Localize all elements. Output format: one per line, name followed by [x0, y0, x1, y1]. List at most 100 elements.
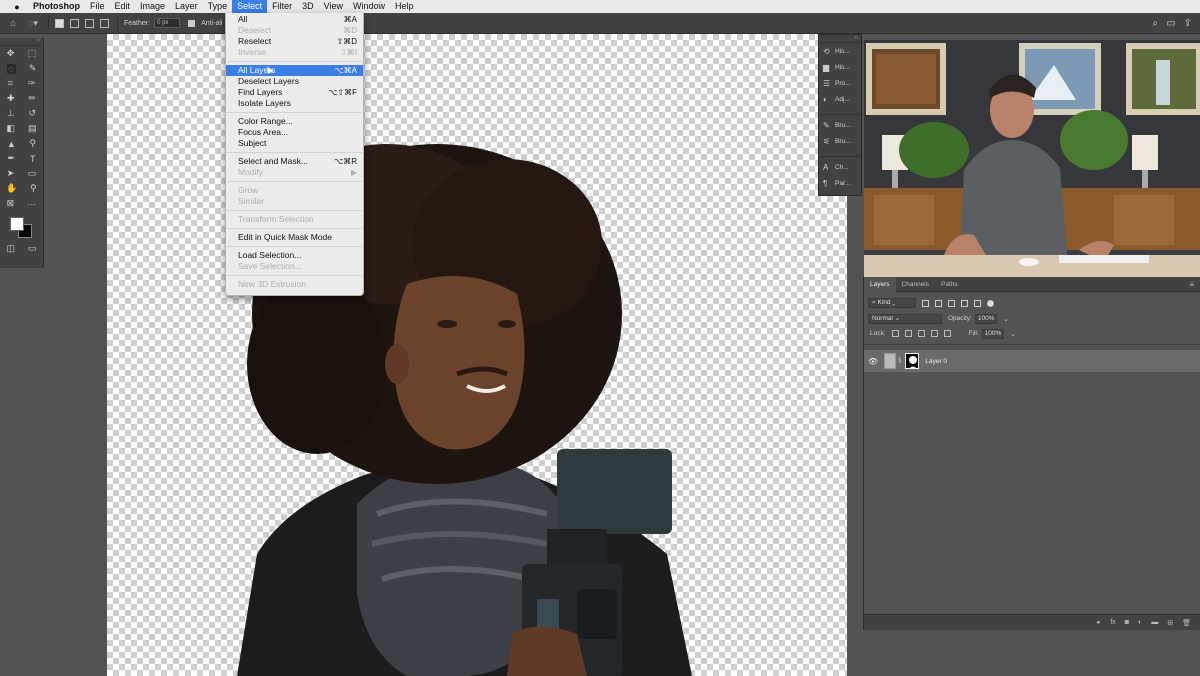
panel-histogram[interactable]: ▆ His...: [819, 59, 861, 75]
panel-paragraph[interactable]: ¶ Par...: [819, 175, 861, 191]
expand-panels-icon[interactable]: «: [819, 35, 861, 43]
filter-kind-select[interactable]: ⌕ Kind ⌄: [868, 298, 916, 308]
collapse-icon[interactable]: »: [0, 38, 43, 46]
eyedropper-tool-icon[interactable]: ✑: [28, 78, 36, 89]
dodge-tool-icon[interactable]: ⚲: [30, 138, 37, 149]
move-tool-icon[interactable]: ✥: [7, 48, 15, 59]
new-layer-icon[interactable]: ⊞: [1167, 619, 1173, 627]
menu-item-color-range[interactable]: Color Range...: [226, 116, 363, 127]
share-icon[interactable]: ⇪: [1184, 18, 1192, 29]
panel-history[interactable]: ⟲ His...: [819, 43, 861, 59]
subtract-selection-icon[interactable]: [85, 18, 94, 28]
menu-item-reselect[interactable]: Reselect ⇧⌘D: [226, 36, 363, 47]
lock-image-icon[interactable]: [904, 330, 912, 337]
blend-mode-select[interactable]: Normal ⌄: [868, 313, 942, 324]
more-tools-icon[interactable]: ···: [27, 199, 36, 209]
lasso-tool-preset-icon[interactable]: ◌▾: [26, 16, 40, 30]
foreground-color-swatch[interactable]: [10, 217, 24, 231]
edit-toolbar-icon[interactable]: ⊠: [7, 198, 15, 209]
menu-item-all[interactable]: All ⌘A: [226, 14, 363, 25]
menu-item-subject[interactable]: Subject: [226, 138, 363, 149]
crop-tool-icon[interactable]: ⌗: [8, 78, 13, 89]
menu-item-quick-mask[interactable]: Edit in Quick Mask Mode: [226, 232, 363, 243]
menu-item-focus-area[interactable]: Focus Area...: [226, 127, 363, 138]
opacity-input[interactable]: 100%: [974, 313, 998, 324]
layer-name[interactable]: Layer 0: [925, 358, 947, 365]
menu-image[interactable]: Image: [135, 0, 170, 13]
panel-properties[interactable]: ☰ Pro...: [819, 75, 861, 91]
trash-icon[interactable]: 🗑: [1182, 619, 1191, 627]
lock-artboard-icon[interactable]: [930, 330, 938, 337]
menu-3d[interactable]: 3D: [297, 0, 319, 13]
menu-view[interactable]: View: [319, 0, 348, 13]
panel-character[interactable]: A Ch...: [819, 159, 861, 175]
opacity-dropdown-icon[interactable]: ⌄: [1003, 315, 1008, 323]
lock-position-icon[interactable]: [917, 330, 925, 337]
blur-tool-icon[interactable]: ▲: [7, 139, 16, 149]
panel-brushes[interactable]: ✎ Bru...: [819, 117, 861, 133]
healing-tool-icon[interactable]: ✚: [7, 93, 15, 104]
filter-shape-icon[interactable]: [961, 299, 968, 307]
antialias-checkbox[interactable]: [188, 19, 196, 27]
visibility-eye-icon[interactable]: 👁: [864, 357, 882, 366]
panel-brush-settings[interactable]: ⚟ Bru...: [819, 133, 861, 149]
layer-thumbnail[interactable]: [884, 353, 896, 369]
menu-type[interactable]: Type: [203, 0, 233, 13]
hand-tool-icon[interactable]: ✋: [6, 183, 17, 194]
mask-icon[interactable]: ◙: [1125, 619, 1129, 626]
menu-item-load-selection[interactable]: Load Selection...: [226, 250, 363, 261]
type-tool-icon[interactable]: T: [30, 154, 36, 164]
filter-type-icon[interactable]: [948, 299, 955, 307]
panel-menu-icon[interactable]: ≡: [1183, 277, 1200, 292]
mask-link-icon[interactable]: §: [898, 358, 901, 364]
quick-select-tool-icon[interactable]: ✎: [29, 63, 37, 74]
group-icon[interactable]: ▬: [1151, 619, 1158, 626]
filter-adjustment-icon[interactable]: [935, 299, 942, 307]
menu-filter[interactable]: Filter: [267, 0, 297, 13]
gradient-tool-icon[interactable]: ▤: [28, 123, 37, 134]
layer-row[interactable]: 👁 § Layer 0: [864, 350, 1200, 372]
screen-mode-icon[interactable]: ▭: [28, 243, 37, 254]
menu-window[interactable]: Window: [348, 0, 390, 13]
eraser-tool-icon[interactable]: ◧: [6, 123, 15, 134]
lock-transparent-icon[interactable]: [891, 330, 899, 337]
menu-item-find-layers[interactable]: Find Layers ⌥⇧⌘F: [226, 87, 363, 98]
quick-mask-icon[interactable]: ◫: [6, 243, 15, 254]
tab-paths[interactable]: Paths: [935, 277, 964, 292]
history-brush-tool-icon[interactable]: ↺: [29, 108, 37, 119]
filter-pixel-icon[interactable]: [922, 299, 929, 307]
search-icon[interactable]: ⌕: [1153, 18, 1159, 29]
add-selection-icon[interactable]: [70, 18, 79, 28]
layer-mask-thumbnail[interactable]: [905, 353, 920, 369]
menu-edit[interactable]: Edit: [110, 0, 136, 13]
menu-item-isolate-layers[interactable]: Isolate Layers: [226, 98, 363, 109]
menu-layer[interactable]: Layer: [170, 0, 203, 13]
stamp-tool-icon[interactable]: ⊥: [7, 108, 15, 119]
fill-dropdown-icon[interactable]: ⌄: [1010, 330, 1015, 338]
shape-tool-icon[interactable]: ▭: [28, 168, 37, 179]
tab-layers[interactable]: Layers: [864, 276, 896, 292]
feather-input[interactable]: 0 px: [154, 18, 181, 28]
home-icon[interactable]: ⌂: [6, 16, 20, 30]
menu-file[interactable]: File: [85, 0, 110, 13]
filter-toggle-icon[interactable]: [987, 299, 994, 307]
link-icon[interactable]: ⚭: [1095, 619, 1101, 627]
filter-smart-object-icon[interactable]: [974, 299, 981, 307]
menu-item-deselect-layers[interactable]: Deselect Layers: [226, 76, 363, 87]
pen-tool-icon[interactable]: ✒: [7, 153, 15, 164]
menu-help[interactable]: Help: [390, 0, 419, 13]
menu-item-select-and-mask[interactable]: Select and Mask... ⌥⌘R: [226, 156, 363, 167]
panel-adjustments[interactable]: ◐ Adj...: [819, 91, 861, 107]
path-select-tool-icon[interactable]: ➤: [7, 168, 15, 179]
adjustment-layer-icon[interactable]: ◐: [1138, 619, 1142, 626]
zoom-tool-icon[interactable]: ⚲: [30, 183, 37, 194]
menu-item-all-layers[interactable]: All Layers ⌥⌘A: [226, 65, 363, 76]
tab-channels[interactable]: Channels: [896, 277, 935, 292]
intersect-selection-icon[interactable]: [100, 18, 109, 28]
lasso-tool-icon[interactable]: ◌: [6, 63, 16, 74]
lock-all-icon[interactable]: [943, 330, 951, 337]
marquee-tool-icon[interactable]: ⬚: [28, 48, 37, 59]
new-selection-icon[interactable]: [55, 18, 64, 28]
workspace-icon[interactable]: ▭: [1166, 18, 1175, 29]
fx-icon[interactable]: fx: [1110, 619, 1115, 626]
